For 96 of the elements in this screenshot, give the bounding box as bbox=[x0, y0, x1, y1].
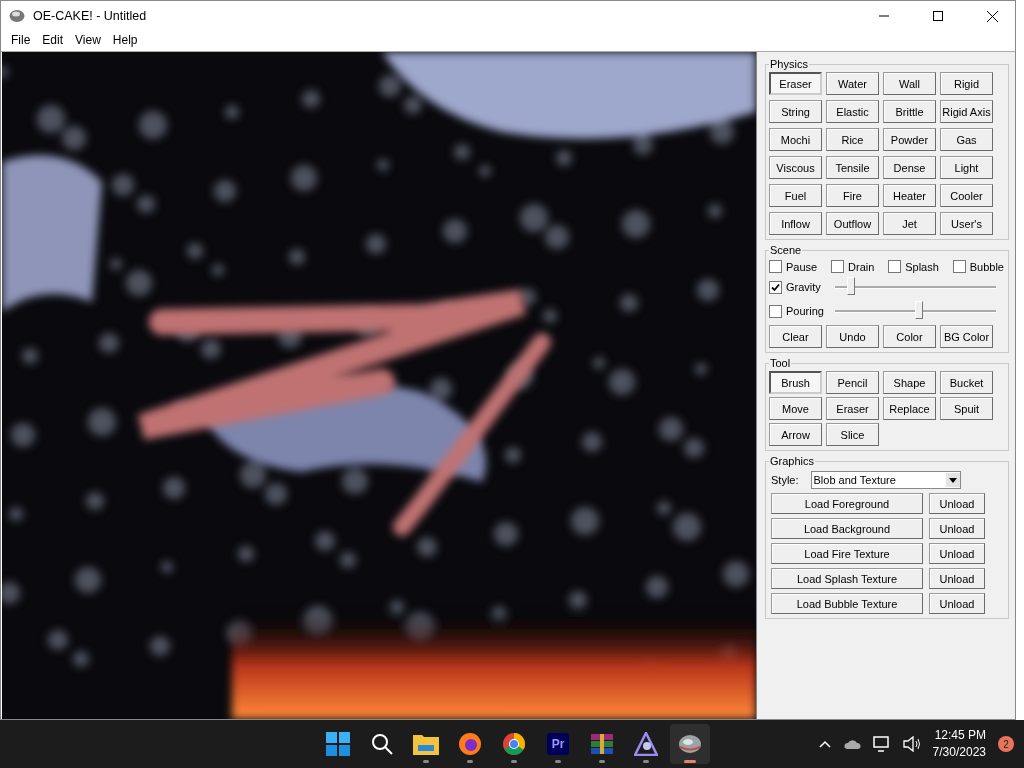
action-button[interactable]: Undo bbox=[826, 325, 879, 348]
tool-button[interactable]: Move bbox=[769, 397, 822, 420]
load-button[interactable]: Load Background bbox=[771, 518, 923, 539]
cloud-icon[interactable] bbox=[842, 738, 861, 750]
network-icon[interactable] bbox=[872, 736, 891, 752]
unload-button[interactable]: Unload bbox=[929, 593, 985, 614]
window-title: OE-CAKE! - Untitled bbox=[33, 9, 148, 23]
clock-date[interactable]: 7/30/2023 bbox=[932, 744, 986, 761]
browser-icon bbox=[502, 732, 526, 756]
tool-button[interactable]: Jet bbox=[883, 212, 936, 235]
checkbox-label: Gravity bbox=[786, 281, 821, 293]
tool-button[interactable]: Arrow bbox=[769, 423, 822, 446]
action-button[interactable]: BG Color bbox=[940, 325, 993, 348]
chevron-up-icon[interactable] bbox=[818, 740, 831, 748]
speaker-icon[interactable] bbox=[902, 736, 921, 752]
tool-button[interactable]: Fire bbox=[826, 184, 879, 207]
unload-button[interactable]: Unload bbox=[929, 518, 985, 539]
tool-button[interactable]: User's bbox=[940, 212, 993, 235]
unload-button[interactable]: Unload bbox=[929, 543, 985, 564]
tool-button[interactable]: Shape bbox=[883, 371, 936, 394]
tool-button[interactable]: Brittle bbox=[883, 100, 936, 123]
simulation-canvas-drawing[interactable] bbox=[2, 52, 756, 719]
unload-button[interactable]: Unload bbox=[929, 493, 985, 514]
checkbox[interactable] bbox=[831, 260, 845, 273]
tool-button[interactable]: Viscous bbox=[769, 156, 822, 179]
checkbox[interactable] bbox=[769, 304, 782, 318]
search-icon bbox=[371, 733, 393, 755]
tool-button[interactable]: Rice bbox=[826, 128, 879, 151]
cake-icon bbox=[9, 9, 25, 23]
tool-button[interactable]: Cooler bbox=[940, 184, 993, 207]
checkbox[interactable] bbox=[888, 260, 902, 273]
menu-item[interactable]: Edit bbox=[36, 31, 70, 51]
tool-button[interactable]: String bbox=[769, 100, 822, 123]
tool-button[interactable]: Heater bbox=[883, 184, 936, 207]
checkbox-label: Pause bbox=[786, 260, 818, 273]
checkbox-label: Drain bbox=[848, 260, 875, 273]
group-title: Graphics bbox=[769, 455, 816, 467]
tool-button[interactable]: Eraser bbox=[826, 397, 879, 420]
checkbox-label: Bubble bbox=[969, 260, 1004, 273]
style-dropdown[interactable]: Blob and Texture bbox=[810, 471, 961, 489]
tool-button[interactable]: Water bbox=[826, 72, 879, 95]
checkbox[interactable] bbox=[769, 260, 782, 273]
tool-button[interactable]: Eraser bbox=[769, 72, 822, 95]
action-button[interactable]: Color bbox=[883, 325, 936, 348]
tool-button[interactable]: Tensile bbox=[826, 156, 879, 179]
tool-button[interactable]: Pencil bbox=[826, 371, 879, 394]
action-button[interactable]: Clear bbox=[769, 325, 822, 348]
unload-button[interactable]: Unload bbox=[929, 568, 985, 589]
tool-button[interactable]: Fuel bbox=[769, 184, 822, 207]
checkbox[interactable] bbox=[952, 260, 966, 273]
menu-item[interactable]: Help bbox=[106, 31, 144, 51]
tool-button[interactable]: Bucket bbox=[940, 371, 993, 394]
tool-button[interactable]: Gas bbox=[940, 128, 993, 151]
load-button[interactable]: Load Fire Texture bbox=[771, 543, 923, 564]
windows-start-icon bbox=[326, 732, 350, 756]
tool-button[interactable]: Light bbox=[940, 156, 993, 179]
taskbar-app[interactable] bbox=[670, 724, 710, 764]
close-icon bbox=[986, 10, 998, 22]
notification-badge[interactable]: 2 bbox=[998, 736, 1014, 752]
tool-button[interactable]: Mochi bbox=[769, 128, 822, 151]
tool-button[interactable]: Powder bbox=[883, 128, 936, 151]
load-button[interactable]: Load Bubble Texture bbox=[771, 593, 923, 614]
group-title: Physics bbox=[769, 58, 809, 70]
load-button[interactable]: Load Splash Texture bbox=[771, 568, 923, 589]
triangle-icon bbox=[634, 732, 658, 756]
tool-button[interactable]: Spuit bbox=[940, 397, 993, 420]
tool-button[interactable]: Slice bbox=[826, 423, 879, 446]
tool-button[interactable]: Rigid bbox=[940, 72, 993, 95]
group-title: Tool bbox=[769, 357, 792, 369]
tool-button[interactable]: Elastic bbox=[826, 100, 879, 123]
slider-thumb[interactable] bbox=[847, 276, 856, 295]
tool-button[interactable]: Replace bbox=[883, 397, 936, 420]
folder-icon bbox=[413, 733, 439, 755]
tool-button[interactable]: Inflow bbox=[769, 212, 822, 235]
group-title: Scene bbox=[769, 244, 803, 256]
menu-item[interactable]: File bbox=[5, 31, 37, 51]
tool-button[interactable]: Wall bbox=[883, 72, 936, 95]
tool-button[interactable]: Rigid Axis bbox=[940, 100, 993, 123]
clock-time[interactable]: 12:45 PM bbox=[934, 727, 986, 744]
cake-icon bbox=[678, 734, 702, 754]
checkbox[interactable] bbox=[769, 280, 782, 294]
field-label: Style: bbox=[771, 474, 799, 486]
taskbar-app[interactable]: Pr bbox=[538, 724, 578, 764]
tool-button[interactable]: Dense bbox=[883, 156, 936, 179]
menu-item[interactable]: View bbox=[69, 31, 107, 51]
checkbox-label: Pouring bbox=[786, 305, 824, 317]
load-button[interactable]: Load Foreground bbox=[771, 493, 923, 514]
maximize-icon bbox=[933, 11, 943, 21]
caret-icon bbox=[948, 477, 957, 483]
browser-icon bbox=[458, 732, 482, 756]
tool-button[interactable]: Outflow bbox=[826, 212, 879, 235]
app-icon: Pr bbox=[547, 733, 569, 755]
slider-thumb[interactable] bbox=[914, 300, 923, 319]
tool-button[interactable]: Brush bbox=[769, 371, 822, 394]
checkbox-label: Splash bbox=[905, 260, 939, 273]
books-icon bbox=[590, 732, 614, 756]
